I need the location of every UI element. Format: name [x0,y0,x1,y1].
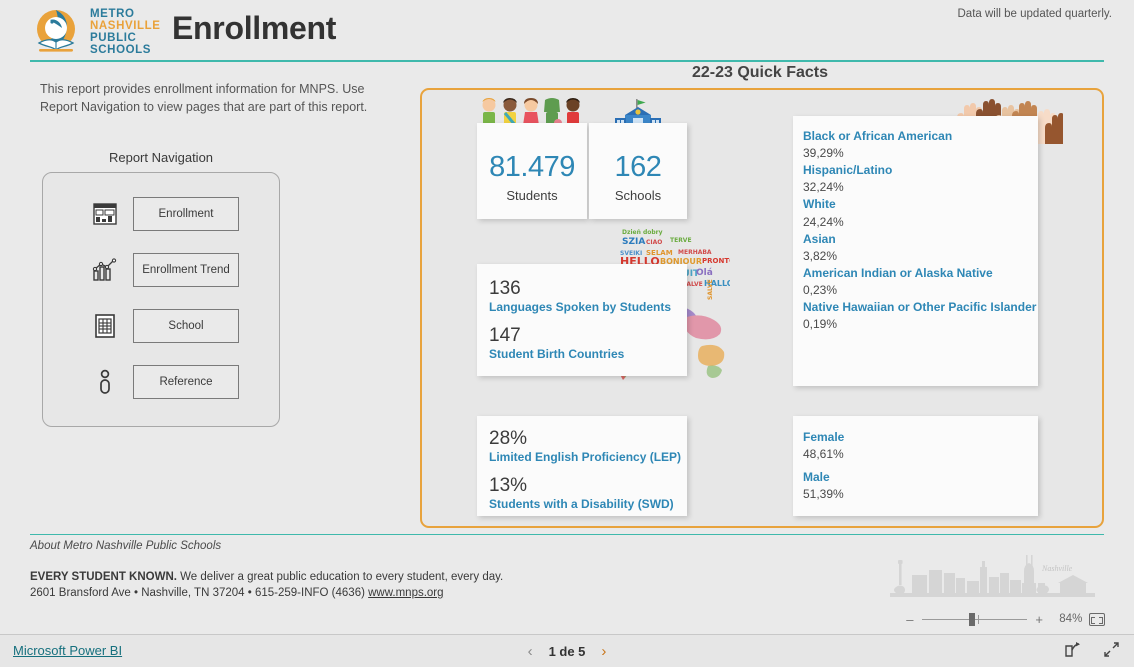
students-value: 81.479 [489,151,575,183]
race-value: 24,24% [803,214,844,229]
footer-address: 2601 Bransford Ave • Nashville, TN 37204… [30,587,365,599]
gender-card: Female 48,61% Male 51,39% [793,416,1038,516]
status-bar-actions [1064,635,1120,667]
svg-text:SALVE: SALVE [707,279,714,300]
zoom-out-button[interactable]: – [905,612,915,627]
table-document-icon [87,314,123,338]
nav-button-enrollment[interactable]: Enrollment [133,197,239,231]
zoom-slider-thumb[interactable] [968,612,975,626]
logo-line-metro: METRO [90,7,135,20]
race-value: 3,82% [803,248,838,263]
report-page: METRO NASHVILLE PUBLIC SCHOOLS Enrollmen… [0,0,1134,667]
svg-text:MERHABA: MERHABA [678,249,712,256]
swd-label: Students with a Disability (SWD) [489,497,674,512]
footer-address-line: 2601 Bransford Ave • Nashville, TN 37204… [30,587,444,599]
nav-button-reference[interactable]: Reference [133,365,239,399]
race-value: 0,19% [803,317,838,332]
report-intro-text: This report provides enrollment informat… [40,82,368,115]
schools-label: Schools [614,188,662,203]
gender-value: 48,61% [803,447,844,462]
race-value: 32,24% [803,180,844,195]
skyline-caption: Nashville [1041,564,1073,573]
race-name: White [803,197,836,212]
stat-card-students: 81.479 Students [477,123,587,219]
svg-text:CIAO: CIAO [646,239,662,246]
birth-countries-label: Student Birth Countries [489,347,625,362]
sidebar-item-enrollment-trend[interactable]: Enrollment Trend [43,251,281,289]
mnps-logo: METRO NASHVILLE PUBLIC SCHOOLS [30,6,161,58]
about-link[interactable]: About Metro Nashville Public Schools [30,540,221,552]
svg-text:Dzień dobry: Dzień dobry [622,229,663,236]
sidebar-item-school[interactable]: School [43,307,281,345]
header-divider [30,60,1104,62]
languages-count-label: Languages Spoken by Students [489,299,672,314]
schools-value: 162 [614,151,662,183]
info-pin-icon [87,369,123,395]
race-value: 0,23% [803,282,838,297]
chevron-right-icon[interactable]: › [601,643,606,660]
report-navigation-title: Report Navigation [108,150,214,165]
gender-value: 51,39% [803,487,844,502]
page-indicator: 1 de 5 [548,644,586,659]
report-header: METRO NASHVILLE PUBLIC SCHOOLS Enrollmen… [0,0,1134,62]
race-name: Asian [803,231,836,246]
gender-name: Male [803,470,830,485]
languages-card: 136 Languages Spoken by Students 147 Stu… [477,264,687,376]
sidebar-item-reference[interactable]: Reference [43,363,281,401]
footer-website-link[interactable]: www.mnps.org [368,587,443,599]
logo-line-schools: SCHOOLS [90,44,152,57]
page-title: Enrollment [172,10,337,46]
chevron-left-icon[interactable]: ‹ [528,643,533,660]
race-name: Black or African American [803,129,953,143]
stat-card-schools: 162 Schools [589,123,687,219]
race-name: Hispanic/Latino [803,163,893,178]
lep-label: Limited English Proficiency (LEP) [489,449,682,464]
zoom-slider[interactable] [921,612,1028,626]
lep-value: 28% [489,428,528,449]
swd-value: 13% [489,475,528,497]
zoom-slider-tick [977,614,979,624]
footer-tagline-rest: We deliver a great public education to e… [176,571,504,583]
programs-card: 28% Limited English Proficiency (LEP) 13… [477,416,687,516]
zoom-control[interactable]: – + 84% [905,608,1105,630]
birth-countries-value: 147 [489,325,521,347]
logo-line-nashville: NASHVILLE [90,19,161,32]
nav-button-enrollment-trend[interactable]: Enrollment Trend [133,253,239,287]
svg-text:TERVE: TERVE [670,237,692,244]
nashville-skyline-image: Nashville [890,553,1095,598]
share-icon[interactable] [1064,641,1081,663]
report-navigation-panel: Enrollment Enrollment Trend School Refer… [42,172,280,427]
fit-to-page-icon[interactable] [1089,612,1105,626]
svg-text:SZIA: SZIA [622,237,645,247]
race-name: American Indian or Alaska Native [803,265,993,280]
page-navigation: ‹ 1 de 5 › [0,635,1134,667]
mnps-logo-icon [30,6,82,58]
footer-divider [30,534,1104,535]
mnps-logo-text: METRO NASHVILLE PUBLIC SCHOOLS [90,8,161,56]
languages-count-value: 136 [489,278,521,299]
sidebar-item-enrollment[interactable]: Enrollment [43,195,281,233]
update-note: Data will be updated quarterly. [957,8,1113,20]
footer-tagline-bold: EVERY STUDENT KNOWN. [30,571,177,583]
race-value: 39,29% [803,146,844,161]
zoom-in-button[interactable]: + [1034,612,1044,627]
race-ethnicity-card: Black or African American 39,29% Hispani… [793,116,1038,386]
quick-facts-title: 22-23 Quick Facts [691,64,829,81]
logo-line-public: PUBLIC [90,32,137,44]
line-bar-chart-icon [87,258,123,282]
gender-name: Female [803,430,845,444]
race-name: Native Hawaiian or Other Pacific Islande… [803,299,1037,314]
svg-text:PRONTO: PRONTO [702,257,730,265]
status-bar: Microsoft Power BI ‹ 1 de 5 › [0,634,1134,667]
nav-button-school[interactable]: School [133,309,239,343]
svg-text:Olá: Olá [696,268,713,278]
zoom-percent: 84% [1059,613,1083,625]
dashboard-icon [87,203,123,225]
students-label: Students [506,188,558,203]
footer-tagline: EVERY STUDENT KNOWN. We deliver a great … [30,571,503,583]
fullscreen-icon[interactable] [1103,641,1120,663]
